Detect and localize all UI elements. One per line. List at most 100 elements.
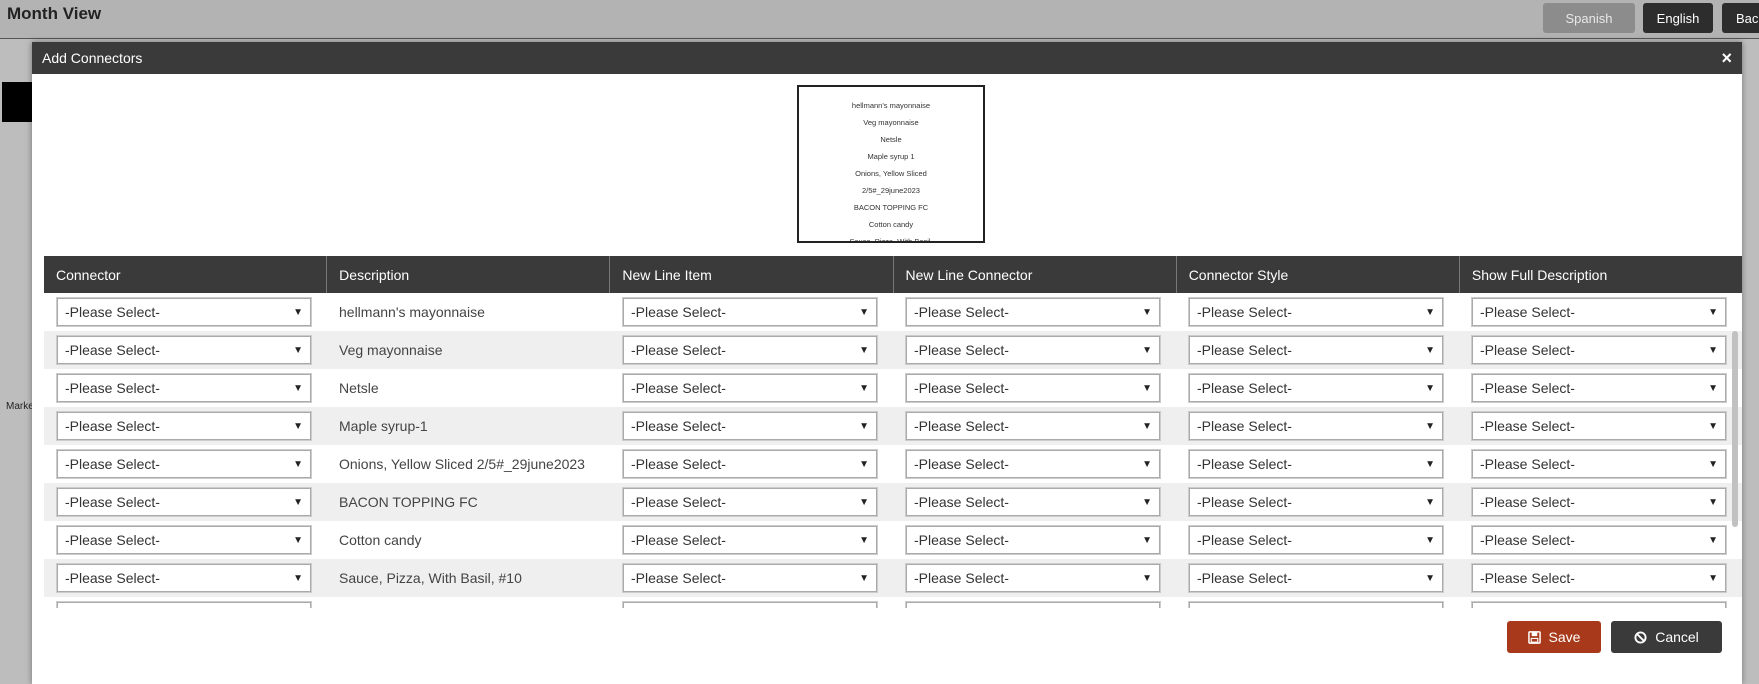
caret-down-icon: ▼ (1708, 572, 1718, 584)
please-select-dropdown[interactable]: -Please Select-▼ (1471, 449, 1727, 479)
please-select-dropdown[interactable]: -Please Select-▼ (1188, 411, 1444, 441)
please-select-dropdown[interactable]: -Please Select-▼ (56, 601, 312, 608)
please-select-dropdown[interactable]: -Please Select-▼ (622, 297, 878, 327)
please-select-dropdown[interactable]: -Please Select-▼ (1471, 297, 1727, 327)
table-scrollbar[interactable] (1732, 331, 1738, 527)
table-cell: -Please Select-▼ (1459, 407, 1742, 445)
please-select-dropdown[interactable]: -Please Select-▼ (56, 411, 312, 441)
english-button[interactable]: English (1643, 3, 1713, 33)
table-cell: -Please Select-▼ (893, 445, 1176, 483)
please-select-dropdown[interactable]: -Please Select-▼ (1188, 335, 1444, 365)
please-select-dropdown[interactable]: -Please Select-▼ (905, 601, 1161, 608)
table-cell: Sauce, Pizza, With Basil, #10 (327, 559, 610, 597)
column-header: New Line Item (610, 256, 894, 293)
table-body: -Please Select- ▼ hellmann's mayonnaise -Pl… (44, 293, 1742, 608)
please-select-dropdown[interactable]: -Please Select-▼ (622, 449, 878, 479)
preview-line: hellmann's mayonnaise (851, 101, 931, 110)
caret-down-icon: ▼ (1425, 496, 1435, 508)
please-select-dropdown[interactable]: -Please Select-▼ (622, 487, 878, 517)
ban-icon (1634, 630, 1647, 644)
table-cell: -Please Select-▼ (610, 521, 893, 559)
table-header: Connector Description New Line Item New Lin… (44, 256, 1742, 293)
table-cell: -Please Select-▼ (610, 445, 893, 483)
please-select-dropdown[interactable]: -Please Select-▼ (622, 335, 878, 365)
caret-down-icon: ▼ (1708, 420, 1718, 432)
please-select-dropdown[interactable]: -Please Select-▼ (905, 487, 1161, 517)
table-cell: -Please Select-▼ (893, 483, 1176, 521)
table-cell: -Please Select-▼ (893, 559, 1176, 597)
table-cell: -Please Select- ▼ (44, 369, 327, 407)
caret-down-icon: ▼ (293, 458, 303, 470)
back-button[interactable]: Back (1722, 3, 1759, 33)
please-select-dropdown[interactable]: -Please Select-▼ (1471, 411, 1727, 441)
preview-line: Sauce, Pizza, With Basil, (849, 237, 933, 243)
dropdown-value: -Please Select- (631, 494, 726, 510)
table-cell: -Please Select-▼ (1459, 521, 1742, 559)
description-text: Cotton candy (339, 532, 422, 548)
dropdown-value: -Please Select- (65, 380, 160, 396)
table-cell: -Please Select-▼ (1176, 331, 1459, 369)
preview-line: Netsle (880, 135, 902, 144)
please-select-dropdown[interactable]: -Please Select-▼ (1188, 373, 1444, 403)
cancel-button[interactable]: Cancel (1611, 621, 1722, 653)
dropdown-value: -Please Select- (631, 304, 726, 320)
please-select-dropdown[interactable]: -Please Select-▼ (1471, 335, 1727, 365)
description-text: Veg mayonnaise (339, 342, 443, 358)
please-select-dropdown[interactable]: -Please Select-▼ (56, 297, 312, 327)
caret-down-icon: ▼ (1425, 534, 1435, 546)
please-select-dropdown[interactable]: -Please Select-▼ (622, 525, 878, 555)
please-select-dropdown[interactable]: -Please Select-▼ (56, 487, 312, 517)
preview-line: Onions, Yellow Sliced (855, 169, 927, 178)
please-select-dropdown[interactable]: -Please Select-▼ (1188, 563, 1444, 593)
please-select-dropdown[interactable]: -Please Select-▼ (905, 411, 1161, 441)
please-select-dropdown[interactable]: -Please Select-▼ (1471, 487, 1727, 517)
please-select-dropdown[interactable]: -Please Select- ▼ (905, 335, 1161, 365)
please-select-dropdown[interactable]: -Please Select-▼ (905, 449, 1161, 479)
please-select-dropdown[interactable]: -Please Select-▼ (56, 335, 312, 365)
table-cell: Veg mayonnaise (327, 331, 610, 369)
please-select-dropdown[interactable]: -Please Select-▼ (622, 373, 878, 403)
dropdown-value: -Please Select- (914, 532, 1009, 548)
caret-down-icon: ▼ (1142, 344, 1152, 356)
please-select-dropdown[interactable]: -Please Select-▼ (56, 525, 312, 555)
please-select-dropdown[interactable]: -Please Select-▼ (905, 525, 1161, 555)
please-select-dropdown[interactable]: -Please Select-▼ (1471, 601, 1727, 608)
table-cell: -Please Select-▼ (893, 597, 1176, 608)
please-select-dropdown[interactable]: -Please Select-▼ (622, 411, 878, 441)
table-cell: -Please Select-▼ (44, 483, 327, 521)
please-select-dropdown[interactable]: -Please Select-▼ (1188, 297, 1444, 327)
dropdown-value: -Please Select- (1197, 380, 1292, 396)
please-select-dropdown[interactable]: -Please Select-▼ (1188, 449, 1444, 479)
please-select-dropdown[interactable]: -Please Select-▼ (1188, 525, 1444, 555)
please-select-dropdown[interactable]: -Please Select-▼ (56, 563, 312, 593)
please-select-dropdown[interactable]: -Please Select-▼ (1188, 601, 1444, 608)
table-cell: -Please Select-▼ (1459, 331, 1742, 369)
dropdown-value: -Please Select- (65, 494, 160, 510)
table-cell: -Please Select-▼ (893, 369, 1176, 407)
table-row: -Please Select- ▼ Sauce, Pizza, With Basil… (44, 559, 1742, 597)
table-cell: Onions, Yellow Sliced 2/5#_29june2023 (327, 445, 610, 483)
caret-down-icon: ▼ (859, 344, 869, 356)
please-select-dropdown[interactable]: -Please Select-▼ (622, 563, 878, 593)
caret-down-icon: ▼ (1142, 382, 1152, 394)
dropdown-value: -Please Select- (1197, 304, 1292, 320)
please-select-dropdown[interactable]: -Please Select-▼ (1471, 563, 1727, 593)
page-header: Month View Spanish English Back (0, 0, 1759, 39)
please-select-dropdown[interactable]: -Please Select- ▼ (56, 373, 312, 403)
caret-down-icon: ▼ (293, 382, 303, 394)
please-select-dropdown[interactable]: -Please Select-▼ (622, 601, 878, 608)
dropdown-value: -Please Select- (914, 342, 1009, 358)
caret-down-icon: ▼ (1708, 496, 1718, 508)
caret-down-icon: ▼ (1142, 458, 1152, 470)
please-select-dropdown[interactable]: -Please Select-▼ (905, 297, 1161, 327)
close-icon[interactable]: × (1721, 48, 1732, 69)
please-select-dropdown[interactable]: -Please Select-▼ (1471, 373, 1727, 403)
please-select-dropdown[interactable]: -Please Select-▼ (1188, 487, 1444, 517)
spanish-button[interactable]: Spanish (1543, 3, 1635, 33)
background-block (2, 82, 32, 122)
please-select-dropdown[interactable]: -Please Select-▼ (905, 373, 1161, 403)
please-select-dropdown[interactable]: -Please Select-▼ (905, 563, 1161, 593)
save-button[interactable]: Save (1507, 621, 1601, 653)
please-select-dropdown[interactable]: -Please Select-▼ (56, 449, 312, 479)
please-select-dropdown[interactable]: -Please Select-▼ (1471, 525, 1727, 555)
